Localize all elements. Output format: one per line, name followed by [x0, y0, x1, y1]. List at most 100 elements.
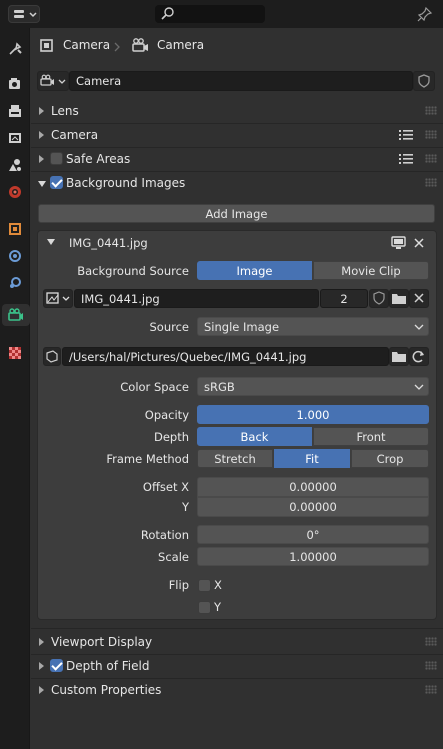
editor-type-button[interactable] [8, 5, 40, 23]
panel-background-images[interactable]: Background Images [31, 171, 443, 195]
object-icon[interactable] [3, 218, 27, 240]
filepath-input[interactable]: /Users/hal/Pictures/Quebec/IMG_0441.jpg [62, 347, 389, 366]
camera-datablock-row: Camera [31, 64, 443, 100]
offset-y-field[interactable]: 0.00000 [197, 497, 429, 517]
source-dropdown[interactable]: Single Image [197, 317, 429, 336]
open-image-button[interactable] [389, 289, 409, 308]
breadcrumb-object: Camera [63, 38, 111, 52]
source-image-button[interactable]: Image [197, 261, 312, 280]
camera-name-field[interactable]: Camera [69, 71, 413, 91]
reload-icon [412, 350, 424, 363]
flip-x-checkbox[interactable] [198, 579, 211, 592]
world-icon[interactable] [3, 181, 27, 203]
texture-icon[interactable] [3, 342, 27, 364]
rotation-field[interactable]: 0° [197, 525, 429, 544]
frame-crop-button[interactable]: Crop [351, 449, 429, 468]
safe-areas-checkbox[interactable] [50, 152, 63, 165]
search-icon [161, 7, 174, 20]
fake-user-button[interactable] [413, 71, 435, 91]
add-image-button[interactable]: Add Image [38, 204, 435, 223]
drag-handle-icon[interactable] [425, 178, 437, 187]
panel-custom-properties-label: Custom Properties [51, 683, 162, 697]
color-space-label: Color Space [120, 380, 189, 394]
view-layer-icon[interactable] [3, 127, 27, 149]
depth-of-field-checkbox[interactable] [50, 659, 63, 672]
close-icon[interactable] [413, 237, 425, 249]
drag-handle-icon[interactable] [425, 637, 437, 646]
drag-handle-icon[interactable] [425, 106, 437, 115]
modifier-icon[interactable] [3, 245, 27, 267]
scene-icon[interactable] [3, 154, 27, 176]
panel-depth-of-field[interactable]: Depth of Field [31, 654, 443, 678]
frame-method-label: Frame Method [106, 452, 189, 466]
expand-arrow-icon[interactable] [47, 239, 55, 245]
offset-x-field[interactable]: 0.00000 [197, 477, 429, 497]
image-datablock-field[interactable]: IMG_0441.jpg [74, 289, 319, 308]
scale-field[interactable]: 1.00000 [197, 547, 429, 566]
presets-list-icon[interactable] [399, 153, 413, 165]
flip-y-label: Y [214, 600, 222, 614]
panel-safe-areas[interactable]: Safe Areas [31, 147, 443, 171]
collapse-arrow-icon [39, 638, 44, 646]
offset-y-label: Y [181, 500, 189, 514]
panel-depth-of-field-label: Depth of Field [66, 659, 150, 673]
drag-handle-icon[interactable] [425, 154, 437, 163]
scale-label: Scale [158, 550, 189, 564]
panel-custom-properties[interactable]: Custom Properties [31, 678, 443, 702]
frame-fit-button[interactable]: Fit [274, 449, 350, 468]
depth-front-button[interactable]: Front [313, 427, 429, 446]
expand-arrow-icon [38, 181, 46, 187]
pin-icon[interactable] [416, 5, 434, 23]
tool-icon[interactable] [3, 38, 27, 60]
folder-icon [392, 294, 406, 304]
color-space-dropdown[interactable]: sRGB [197, 377, 429, 396]
reload-button[interactable] [409, 347, 429, 366]
collapse-arrow-icon [39, 155, 44, 163]
file-browser-icon-button[interactable] [43, 347, 61, 366]
chevron-right-icon [114, 42, 120, 52]
drag-handle-icon[interactable] [425, 661, 437, 670]
panel-camera[interactable]: Camera [31, 123, 443, 147]
depth-back-button[interactable]: Back [197, 427, 312, 446]
camera-data-icon [40, 74, 66, 86]
drag-handle-icon[interactable] [425, 130, 437, 139]
shield-icon [418, 74, 430, 88]
panel-viewport-display[interactable]: Viewport Display [31, 630, 443, 654]
object-icon [40, 39, 53, 52]
physics-icon[interactable] [3, 272, 27, 294]
source-label: Source [149, 320, 190, 334]
unlink-image-button[interactable] [409, 289, 429, 308]
presets-list-icon[interactable] [399, 129, 413, 141]
search-input[interactable] [155, 5, 265, 23]
show-in-viewport-icon[interactable] [391, 236, 407, 250]
frame-stretch-button[interactable]: Stretch [197, 449, 273, 468]
flip-y-checkbox[interactable] [198, 601, 211, 614]
background-images-checkbox[interactable] [50, 176, 63, 189]
opacity-slider[interactable]: 1.000 [197, 405, 429, 424]
color-space-value: sRGB [204, 380, 235, 394]
rotation-label: Rotation [140, 528, 189, 542]
browse-image-button[interactable] [43, 289, 73, 308]
panel-safe-areas-label: Safe Areas [66, 152, 131, 166]
source-movie-clip-button[interactable]: Movie Clip [313, 261, 429, 280]
render-icon[interactable] [3, 73, 27, 95]
camera-data-icon[interactable] [2, 304, 30, 326]
chevron-down-icon [414, 384, 424, 390]
collapse-arrow-icon [39, 662, 44, 670]
fake-user-button[interactable] [369, 289, 389, 308]
output-icon[interactable] [3, 100, 27, 122]
file-icon [46, 350, 58, 363]
properties-editor-icon [14, 10, 37, 18]
image-users-count[interactable]: 2 [320, 289, 368, 308]
drag-handle-icon[interactable] [425, 685, 437, 694]
browse-file-button[interactable] [389, 347, 409, 366]
browse-camera-button[interactable] [37, 71, 69, 91]
chevron-down-icon [414, 324, 424, 330]
close-icon [414, 293, 424, 303]
collapse-arrow-icon [39, 107, 44, 115]
flip-label: Flip [168, 578, 189, 592]
image-icon [46, 292, 70, 304]
flip-x-label: X [214, 578, 222, 592]
panel-lens[interactable]: Lens [31, 99, 443, 123]
breadcrumb-data: Camera [157, 38, 205, 52]
